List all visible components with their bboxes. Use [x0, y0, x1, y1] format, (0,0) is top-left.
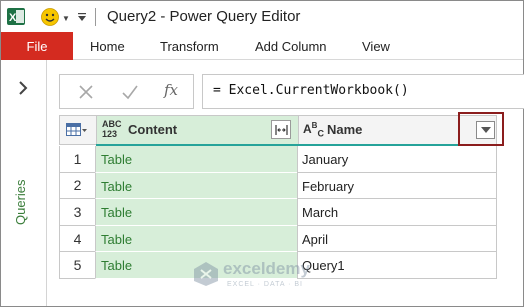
- any-type-icon[interactable]: ABC 123: [102, 119, 122, 139]
- content-cell[interactable]: Table: [95, 172, 297, 200]
- power-query-window: X ▼ Query2 - Power Query Editor File Hom…: [0, 0, 524, 307]
- text-type-icon[interactable]: ABC: [303, 121, 324, 138]
- row-number: 3: [59, 199, 95, 226]
- queries-pane: Queries: [1, 60, 47, 306]
- window-title: Query2 - Power Query Editor: [107, 8, 301, 25]
- row-number: 2: [59, 172, 95, 200]
- name-cell[interactable]: January: [297, 146, 497, 173]
- expand-arrows-icon: [275, 125, 288, 135]
- row-number: 1: [59, 146, 95, 173]
- watermark-name: exceldemy: [223, 259, 310, 278]
- column-header-content[interactable]: ABC 123 Content: [96, 116, 298, 144]
- row-number: 5: [59, 252, 95, 279]
- cancel-formula-icon[interactable]: [77, 83, 95, 101]
- column-name-name: Name: [327, 122, 363, 137]
- svg-text:X: X: [9, 12, 17, 24]
- smiley-feedback-icon[interactable]: [41, 8, 59, 26]
- content-cell[interactable]: Table: [95, 199, 297, 226]
- row-number: 4: [59, 225, 95, 253]
- tab-view[interactable]: View: [362, 39, 390, 54]
- formula-buttons: fx: [59, 74, 194, 109]
- customize-toolbar-icon[interactable]: [77, 12, 87, 22]
- name-cell[interactable]: April: [297, 225, 497, 253]
- tab-home[interactable]: Home: [90, 39, 125, 54]
- ribbon-tabs: File Home Transform Add Column View: [1, 32, 523, 60]
- tab-file[interactable]: File: [1, 32, 73, 60]
- fx-icon[interactable]: fx: [164, 81, 178, 99]
- exceldemy-watermark: exceldemy EXCEL · DATA · BI: [193, 259, 343, 299]
- table-menu-corner[interactable]: [60, 116, 96, 144]
- expand-column-button[interactable]: [271, 120, 291, 139]
- queries-pane-label[interactable]: Queries: [13, 179, 28, 225]
- grid-header: ABC 123 Content ABC Name: [59, 115, 497, 147]
- table-icon[interactable]: [66, 123, 88, 137]
- content-cell[interactable]: Table: [95, 225, 297, 253]
- tab-add-column[interactable]: Add Column: [255, 39, 327, 54]
- commit-formula-icon[interactable]: [121, 83, 139, 101]
- name-cell[interactable]: March: [297, 199, 497, 226]
- table-row: 4 Table April: [59, 225, 497, 253]
- exceldemy-logo-icon: [194, 262, 218, 286]
- content-cell[interactable]: Table: [95, 146, 297, 173]
- table-row: 2 Table February: [59, 172, 497, 200]
- formula-text[interactable]: = Excel.CurrentWorkbook(): [213, 83, 409, 98]
- name-cell[interactable]: February: [297, 172, 497, 200]
- table-row: 1 Table January: [59, 146, 497, 173]
- filter-highlight-box: [458, 112, 504, 146]
- column-name-content: Content: [128, 122, 178, 137]
- watermark-tagline: EXCEL · DATA · BI: [227, 281, 303, 288]
- excel-logo-icon: X: [7, 8, 25, 25]
- formula-input[interactable]: = Excel.CurrentWorkbook(): [202, 74, 524, 109]
- title-separator: [95, 8, 96, 26]
- smiley-dropdown-icon[interactable]: ▼: [62, 14, 70, 23]
- expand-queries-chevron-icon[interactable]: [17, 80, 29, 96]
- table-row: 3 Table March: [59, 199, 497, 226]
- title-bar: X ▼ Query2 - Power Query Editor: [1, 1, 523, 32]
- tab-transform[interactable]: Transform: [160, 39, 219, 54]
